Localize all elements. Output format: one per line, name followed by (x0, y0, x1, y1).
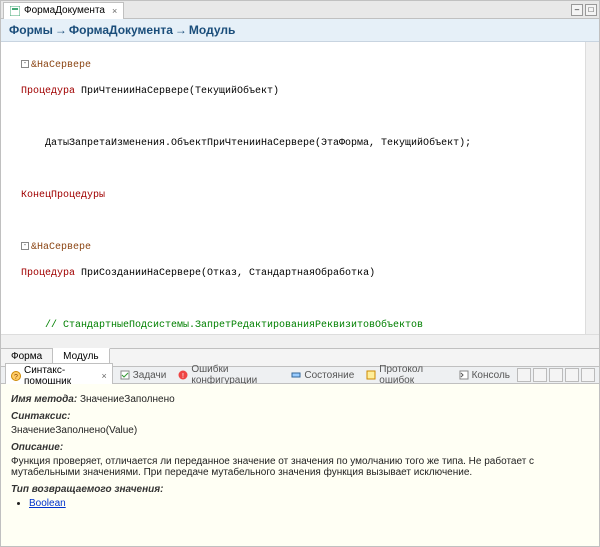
app-window: ФормаДокумента × ‒ □ Формы→ФормаДокумент… (0, 0, 600, 547)
svg-text:?: ? (14, 374, 18, 381)
bottom-panel-tabs: ? Синтакс-помощник × Задачи !Ошибки конф… (1, 366, 599, 384)
tab-console[interactable]: Консоль (454, 369, 515, 382)
breadcrumb-part[interactable]: ФормаДокумента (69, 23, 173, 37)
horizontal-scrollbar[interactable] (1, 334, 599, 348)
panel-button[interactable] (549, 368, 563, 382)
editor-tab-form-document[interactable]: ФормаДокумента × (3, 2, 124, 19)
directive: &НаСервере (31, 242, 91, 253)
window-buttons: ‒ □ (571, 4, 597, 16)
log-icon (366, 370, 376, 380)
code-text: ПриСозданииНаСервере(Отказ, СтандартнаяО… (75, 268, 375, 279)
chevron-right-icon: → (55, 23, 67, 37)
help-description: Функция проверяет, отличается ли передан… (11, 456, 589, 478)
tab-state[interactable]: Состояние (286, 369, 359, 382)
tab-tasks[interactable]: Задачи (115, 369, 172, 382)
editor-tabbar: ФормаДокумента × ‒ □ (1, 1, 599, 19)
panel-button[interactable] (517, 368, 531, 382)
close-icon[interactable]: × (101, 371, 106, 381)
breadcrumb: Формы→ФормаДокумента→Модуль (1, 19, 599, 42)
help-syntax: ЗначениеЗаполнено(Value) (11, 425, 589, 436)
maximize-button[interactable]: □ (585, 4, 597, 16)
form-icon (10, 6, 20, 16)
help-method-name: ЗначениеЗаполнено (80, 394, 175, 405)
help-heading: Описание: (11, 442, 589, 453)
panel-maximize-button[interactable] (581, 368, 595, 382)
tab-label: Состояние (304, 370, 354, 381)
fold-icon[interactable]: - (21, 60, 29, 68)
keyword: Процедура (21, 268, 75, 279)
console-icon (459, 370, 469, 380)
directive: &НаСервере (31, 60, 91, 71)
keyword: КонецПроцедуры (21, 190, 105, 201)
svg-text:!: ! (182, 373, 184, 380)
code-content: -&НаСервере Процедура ПриЧтенииНаСервере… (3, 46, 599, 334)
tasks-icon (120, 370, 130, 380)
fold-icon[interactable]: - (21, 242, 29, 250)
tab-label: Задачи (133, 370, 167, 381)
help-heading: Тип возвращаемого значения: (11, 484, 589, 495)
chevron-right-icon: → (175, 23, 187, 37)
code-text: ДатыЗапретаИзменения.ОбъектПриЧтенииНаСе… (45, 138, 471, 149)
error-icon: ! (178, 370, 188, 380)
minimize-button[interactable]: ‒ (571, 4, 583, 16)
editor-area: -&НаСервере Процедура ПриЧтенииНаСервере… (1, 42, 599, 366)
comment: // СтандартныеПодсистемы.ЗапретРедактиро… (45, 320, 423, 331)
vertical-scrollbar[interactable] (585, 42, 599, 334)
tab-label: Протокол ошибок (379, 364, 446, 386)
help-heading: Имя метода: (11, 394, 77, 405)
help-icon: ? (11, 371, 21, 381)
close-icon[interactable]: × (112, 6, 117, 16)
panel-minimize-button[interactable] (565, 368, 579, 382)
tab-label: Ошибки конфигурации (191, 364, 279, 386)
help-return-type-link[interactable]: Boolean (29, 498, 66, 509)
breadcrumb-part[interactable]: Формы (9, 23, 53, 37)
code-editor[interactable]: -&НаСервере Процедура ПриЧтенииНаСервере… (1, 42, 599, 334)
help-heading: Синтаксис: (11, 411, 589, 422)
tab-label: Консоль (472, 370, 510, 381)
editor-tab-label: ФормаДокумента (24, 5, 105, 16)
state-icon (291, 370, 301, 380)
panel-button[interactable] (533, 368, 547, 382)
code-text: ПриЧтенииНаСервере(ТекущийОбъект) (75, 86, 279, 97)
syntax-helper-panel: Имя метода: ЗначениеЗаполнено Синтаксис:… (1, 384, 599, 546)
breadcrumb-part[interactable]: Модуль (189, 23, 235, 37)
keyword: Процедура (21, 86, 75, 97)
panel-toolbar (517, 368, 595, 382)
